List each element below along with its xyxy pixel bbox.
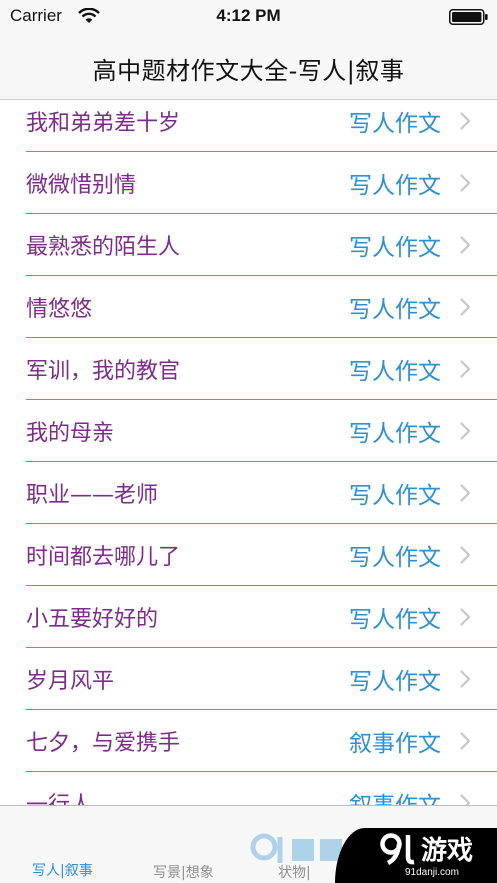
chevron-right-icon [460, 484, 471, 502]
article-list[interactable]: 我和弟弟差十岁 写人作文 微微惜别情 写人作文 最熟悉的陌生人 写人作文 情悠悠… [0, 100, 497, 805]
list-item[interactable]: 一行人 叙事作文 [0, 772, 497, 805]
article-title: 岁月风平 [26, 669, 115, 694]
article-category: 叙事作文 [349, 731, 441, 757]
watermark: 游戏 91danji.com [335, 828, 497, 883]
list-item[interactable]: 职业——老师 写人作文 [0, 462, 497, 524]
chevron-right-icon [460, 608, 471, 626]
article-category: 写人作文 [349, 421, 441, 447]
list-item[interactable]: 微微惜别情 写人作文 [0, 152, 497, 214]
article-category: 写人作文 [349, 545, 441, 571]
watermark-logo: 游戏 [380, 833, 473, 866]
chevron-right-icon [460, 112, 471, 130]
list-item[interactable]: 军训，我的教官 写人作文 [0, 338, 497, 400]
article-category: 写人作文 [349, 359, 441, 385]
article-category: 写人作文 [349, 483, 441, 509]
chevron-right-icon [460, 732, 471, 750]
tab-scenery[interactable]: 写景|想象 [153, 862, 214, 882]
article-title: 我和弟弟差十岁 [26, 111, 181, 136]
list-item[interactable]: 小五要好好的 写人作文 [0, 586, 497, 648]
list-item[interactable]: 我和弟弟差十岁 写人作文 [0, 100, 497, 152]
article-title: 微微惜别情 [26, 173, 137, 198]
article-category: 写人作文 [349, 607, 441, 633]
chevron-right-icon [460, 422, 471, 440]
chevron-right-icon [460, 360, 471, 378]
article-category: 写人作文 [349, 173, 441, 199]
list-item[interactable]: 岁月风平 写人作文 [0, 648, 497, 710]
article-title: 我的母亲 [26, 421, 115, 446]
list-item[interactable]: 情悠悠 写人作文 [0, 276, 497, 338]
article-category: 写人作文 [349, 111, 441, 137]
chevron-right-icon [460, 236, 471, 254]
article-category: 写人作文 [349, 297, 441, 323]
watermark-faded-logo [250, 833, 342, 863]
article-title: 时间都去哪儿了 [26, 545, 181, 570]
article-title: 最熟悉的陌生人 [26, 235, 181, 260]
page-title: 高中题材作文大全-写人|叙事 [92, 57, 405, 85]
navigation-bar: 高中题材作文大全-写人|叙事 [0, 34, 497, 100]
article-list-content: 我和弟弟差十岁 写人作文 微微惜别情 写人作文 最熟悉的陌生人 写人作文 情悠悠… [0, 100, 497, 805]
article-title: 职业——老师 [26, 483, 159, 508]
list-item[interactable]: 最熟悉的陌生人 写人作文 [0, 214, 497, 276]
list-item[interactable]: 时间都去哪儿了 写人作文 [0, 524, 497, 586]
chevron-right-icon [460, 794, 471, 805]
tab-write-person[interactable]: 写人|叙事 [32, 860, 93, 880]
svg-text:游戏: 游戏 [421, 836, 473, 866]
watermark-site: 91danji.com [405, 867, 459, 878]
article-title: 情悠悠 [26, 297, 93, 322]
article-title: 小五要好好的 [26, 607, 159, 632]
chevron-right-icon [460, 298, 471, 316]
chevron-right-icon [460, 174, 471, 192]
article-category: 写人作文 [349, 235, 441, 261]
article-title: 军训，我的教官 [26, 359, 181, 384]
list-item[interactable]: 七夕，与爱携手 叙事作文 [0, 710, 497, 772]
status-bar: Carrier 4:12 PM [0, 0, 497, 34]
status-time: 4:12 PM [216, 6, 281, 25]
chevron-right-icon [460, 670, 471, 688]
article-category: 叙事作文 [349, 786, 441, 805]
battery-icon [449, 9, 488, 25]
article-title: 七夕，与爱携手 [26, 731, 181, 756]
chevron-right-icon [460, 546, 471, 564]
article-title: 一行人 [26, 787, 92, 805]
list-item[interactable]: 我的母亲 写人作文 [0, 400, 497, 462]
article-category: 写人作文 [349, 669, 441, 695]
